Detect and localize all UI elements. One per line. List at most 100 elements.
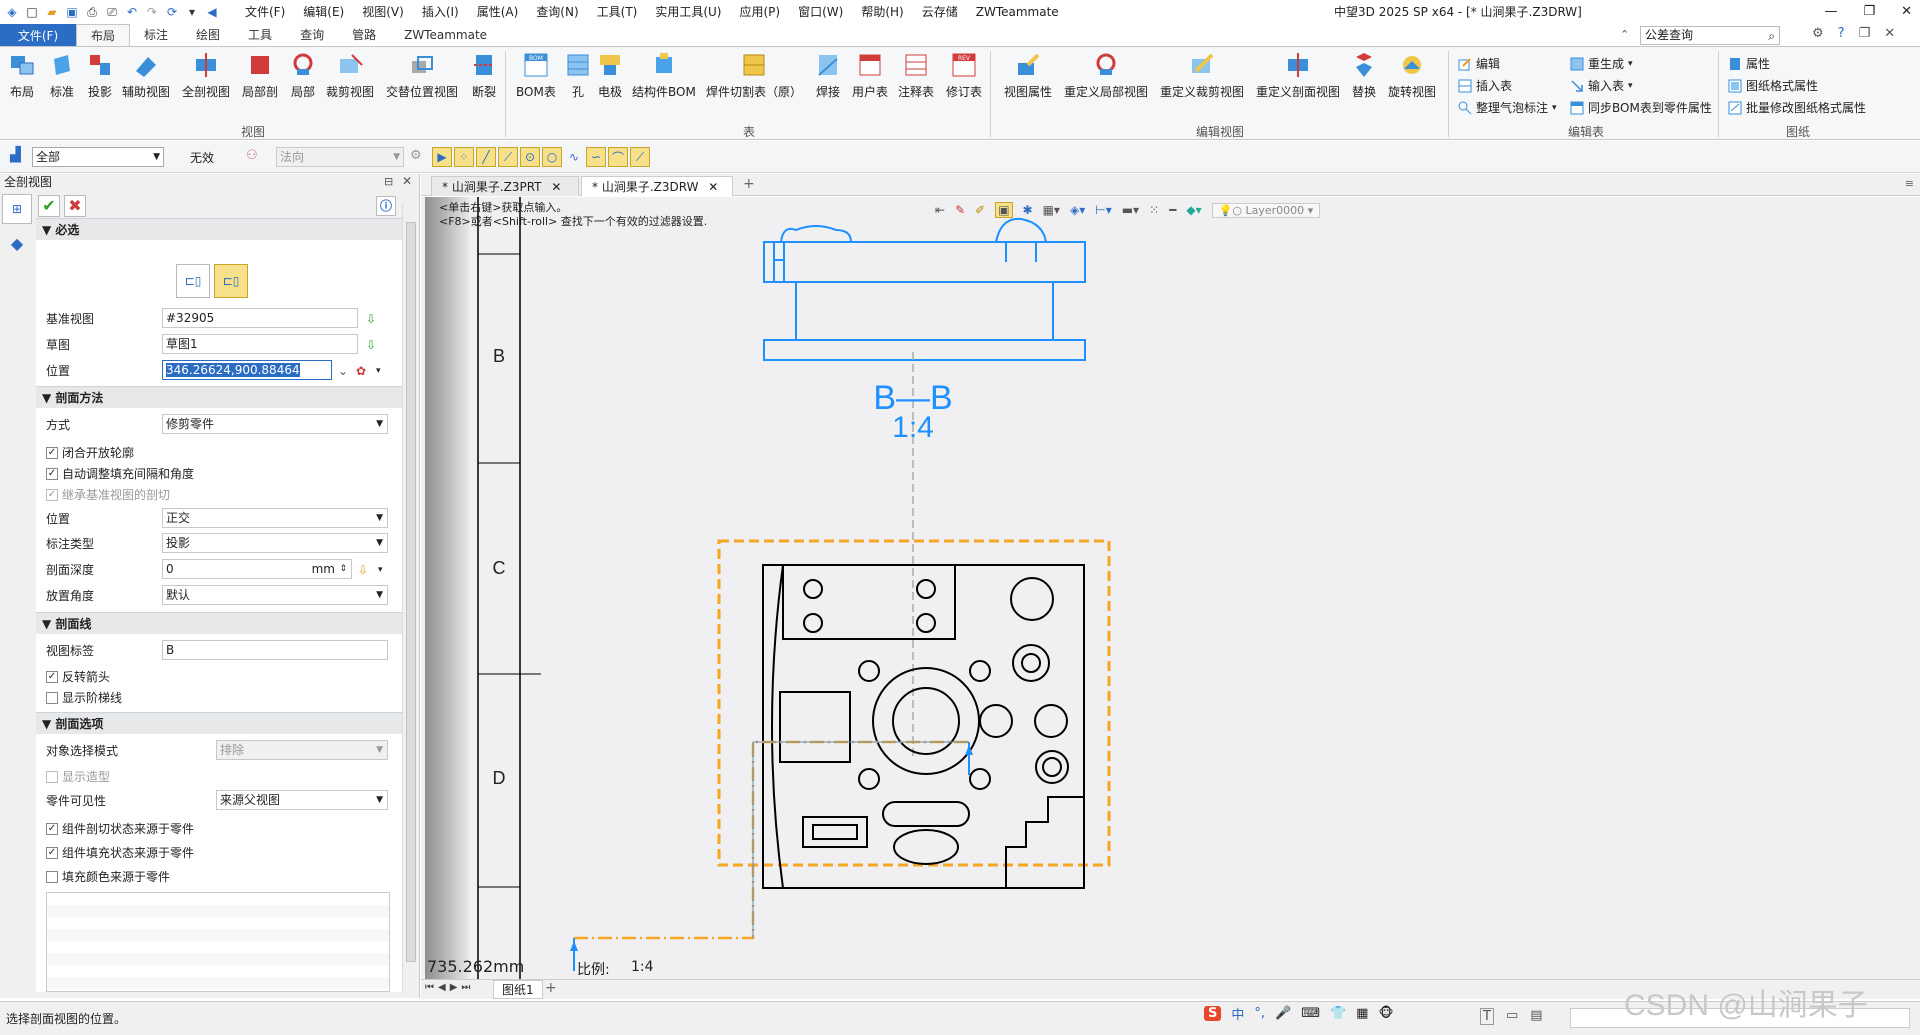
menu-tools[interactable]: 工具(T) xyxy=(588,0,647,24)
view-label-field[interactable]: B xyxy=(162,640,388,660)
partial-section-button[interactable]: 局部剖 xyxy=(242,51,278,100)
panel-close-icon[interactable]: ✕ xyxy=(402,174,412,188)
weld-cut-table-button[interactable]: 焊件切割表（原） xyxy=(706,51,802,100)
search-icon[interactable]: ⌕ xyxy=(1768,28,1775,45)
snap-circle-icon[interactable]: ○ xyxy=(542,147,562,167)
regenerate-button[interactable]: 重生成 ▾ xyxy=(1570,55,1633,72)
user-table-button[interactable]: 用户表 xyxy=(852,51,888,100)
print-preview-icon[interactable]: ⎚ xyxy=(104,4,120,20)
break-button[interactable]: 断裂 xyxy=(470,51,498,100)
weld-button[interactable]: 焊接 xyxy=(814,51,842,100)
snap-mid-icon[interactable]: ⟋ xyxy=(498,147,518,167)
search-input[interactable]: 公差查询 ⌕ xyxy=(1640,26,1780,45)
crop-view-button[interactable]: 裁剪视图 xyxy=(326,51,374,100)
redefine-section-button[interactable]: 重定义剖面视图 xyxy=(1256,51,1340,100)
menu-zwteammate[interactable]: ZWTeammate xyxy=(967,0,1068,24)
menu-window[interactable]: 窗口(W) xyxy=(789,0,852,24)
restore-icon[interactable]: ❐ xyxy=(1863,0,1875,24)
mascot-icon[interactable]: 🐵 xyxy=(1378,1006,1393,1021)
file-tab[interactable]: 文件(F) xyxy=(0,24,76,46)
batch-sheet-format-button[interactable]: 批量修改图纸格式属性 xyxy=(1728,99,1866,116)
sheet-format-button[interactable]: 图纸格式属性 xyxy=(1728,77,1818,94)
aux-view-button[interactable]: 辅助视图 xyxy=(122,51,170,100)
manager-tab-icon[interactable]: ◆ xyxy=(2,228,32,258)
inherit-section-checkbox[interactable]: ✓ 继承基准视图的剖切 xyxy=(46,486,170,503)
select-mode-select[interactable]: 排除 ▼ xyxy=(216,740,388,760)
open-icon[interactable]: ▰ xyxy=(44,4,60,20)
menu-help[interactable]: 帮助(H) xyxy=(852,0,912,24)
arrange-balloon-button[interactable]: 整理气泡标注 ▾ xyxy=(1458,99,1557,116)
render-icon[interactable]: ◈▾ xyxy=(1070,203,1085,217)
pick-view-icon[interactable]: ⇩ xyxy=(366,308,376,330)
comp-cut-checkbox[interactable]: ✓ 组件剖切状态来源于零件 xyxy=(46,820,194,837)
chevron-down-icon[interactable]: ▾ xyxy=(378,559,383,581)
brush-icon[interactable]: ✐ xyxy=(975,203,985,217)
invalid-label[interactable]: 无效 xyxy=(190,149,214,166)
menu-edit[interactable]: 编辑(E) xyxy=(294,0,353,24)
tab-tools[interactable]: 工具 xyxy=(234,24,286,46)
text-mode-icon[interactable]: T xyxy=(1480,1008,1494,1025)
drawing-canvas[interactable]: B C D B—B 1:4 <单击右键>获取点输入。 <F8>或者<Shift-… xyxy=(421,197,1920,979)
display-mode-icon[interactable]: ▣ xyxy=(995,202,1013,218)
tab-menu-icon[interactable]: ≡ xyxy=(1905,177,1914,190)
dim-type-select[interactable]: 投影 ▼ xyxy=(162,533,388,553)
section-line[interactable]: ▼ 剖面线 xyxy=(36,612,402,634)
tab-zwteammate[interactable]: ZWTeammate xyxy=(390,24,501,46)
menu-cloud[interactable]: 云存储 xyxy=(913,0,967,24)
part-vis-select[interactable]: 来源父视图 ▼ xyxy=(216,790,388,810)
import-table-button[interactable]: 输入表 ▾ xyxy=(1570,77,1633,94)
save-icon[interactable]: ▣ xyxy=(64,4,80,20)
panel-scrollbar[interactable] xyxy=(402,204,418,994)
section-method[interactable]: ▼ 剖面方法 xyxy=(36,386,402,408)
filter-icon[interactable]: ▟ xyxy=(10,147,21,163)
show-model-checkbox[interactable]: 显示造型 xyxy=(46,768,110,785)
info-icon[interactable]: ⓘ xyxy=(376,196,396,216)
direction-select[interactable]: 法向 ▼ xyxy=(276,147,404,167)
redo-icon[interactable]: ↷ xyxy=(144,4,160,20)
insert-table-button[interactable]: 插入表 xyxy=(1458,77,1512,94)
auto-fill-checkbox[interactable]: ✓ 自动调整填充间隔和角度 xyxy=(46,465,194,482)
tab-close-icon[interactable]: ✕ xyxy=(708,180,718,194)
ok-icon[interactable]: ✔ xyxy=(38,195,60,217)
tab-query[interactable]: 查询 xyxy=(286,24,338,46)
dimension-style-icon[interactable]: ⊢▾ xyxy=(1095,203,1111,217)
snap-center-icon[interactable]: ⊙ xyxy=(520,147,540,167)
tab-draw[interactable]: 绘图 xyxy=(182,24,234,46)
minimize-icon[interactable]: — xyxy=(1824,0,1837,24)
menu-file[interactable]: 文件(F) xyxy=(236,0,294,24)
grid-icon[interactable]: ▦▾ xyxy=(1043,203,1060,217)
select-filter-icon[interactable]: ✱ xyxy=(1023,203,1033,217)
tab-part-file[interactable]: * 山涧果子.Z3PRT ✕ xyxy=(431,176,579,196)
pick-icon[interactable]: ⚇ xyxy=(246,148,258,163)
cancel-icon[interactable]: ✖ xyxy=(64,195,86,217)
sheet-attr-button[interactable]: 属性 xyxy=(1728,55,1770,72)
close-open-contour-checkbox[interactable]: ✓ 闭合开放轮廓 xyxy=(46,444,134,461)
undo-icon[interactable]: ↶ xyxy=(124,4,140,20)
app-logo-icon[interactable]: ◈ xyxy=(4,4,20,20)
sync-bom-button[interactable]: 同步BOM表到零件属性 xyxy=(1570,99,1712,116)
apps-icon[interactable]: ▦ xyxy=(1356,1006,1368,1021)
sketch-field[interactable]: 草图1 xyxy=(162,334,358,354)
spinner-icon[interactable]: ⇕ xyxy=(339,560,347,578)
sheet-nav-icon[interactable]: ⏮◀▶⏭ xyxy=(425,982,474,993)
angle-select[interactable]: 默认 ▼ xyxy=(162,585,388,605)
redefine-crop-button[interactable]: 重定义裁剪视图 xyxy=(1160,51,1244,100)
standard-button[interactable]: 标准 xyxy=(48,51,76,100)
depth-pick-icon[interactable]: ⇩ xyxy=(358,559,368,581)
window-icon[interactable]: ▤ xyxy=(1530,1008,1542,1025)
chevron-down-icon[interactable]: ▾ xyxy=(1628,59,1633,69)
pin-icon[interactable]: ⊟ xyxy=(384,175,393,188)
chevron-down-icon[interactable]: ▾ xyxy=(1552,103,1557,113)
add-tab-icon[interactable]: + xyxy=(743,176,755,192)
command-tab-icon[interactable]: ⊞ xyxy=(2,194,32,224)
ime-punct[interactable]: °, xyxy=(1254,1006,1265,1021)
snap-settings-icon[interactable]: ⚙ xyxy=(410,148,422,163)
sheet-tab[interactable]: 图纸1 xyxy=(493,980,543,999)
ime-lang[interactable]: 中 xyxy=(1231,1004,1244,1023)
chevron-down-icon[interactable]: ▾ xyxy=(376,360,381,382)
fill-color-checkbox[interactable]: 填充颜色来源于零件 xyxy=(46,868,170,885)
view-attr-button[interactable]: 视图属性 xyxy=(1004,51,1052,100)
tab-piping[interactable]: 管路 xyxy=(338,24,390,46)
filter-select[interactable]: 全部 ▼ xyxy=(32,147,164,167)
line-weight-icon[interactable]: ━ xyxy=(1169,203,1176,217)
